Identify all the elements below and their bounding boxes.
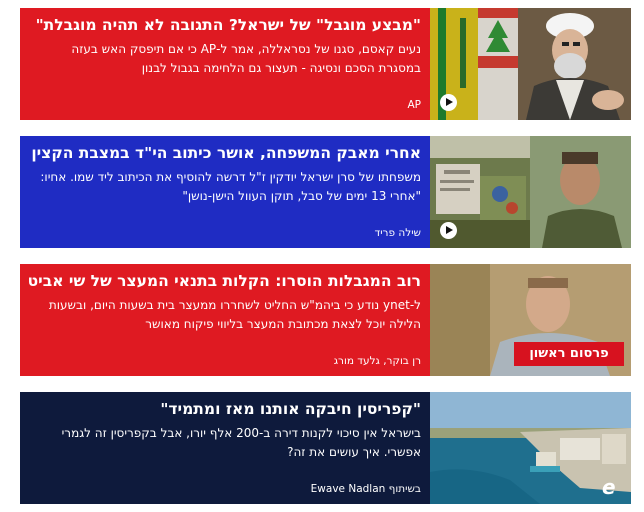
news-thumbnail[interactable]: פרסום ראשון	[430, 264, 631, 376]
news-credit: רן בוקר, גלעד מורג	[333, 355, 421, 367]
news-summary: בישראל אין סיכוי לקנות דירה ב-200 אלף יו…	[61, 426, 421, 459]
news-thumbnail[interactable]	[430, 136, 631, 248]
news-credit: שילה פריד	[374, 227, 421, 239]
news-summary: נעים קאסם, סגנו של נסראללה, אמר ל-AP כי …	[71, 42, 421, 75]
news-headline[interactable]: "מבצע מוגבל" של ישראל? התגובה לא תהיה מו…	[29, 15, 421, 35]
news-card[interactable]: רוב המגבלות הוסרו: הקלות בתנאי המעצר של …	[20, 264, 631, 376]
news-card-text-panel[interactable]: "קפריסין חיבקה אותנו מאז ומתמיד" בישראל …	[20, 392, 430, 504]
news-headline[interactable]: אחרי מאבק המשפחה, אושר כיתוב הי"ד במצבת …	[29, 143, 421, 163]
news-summary: משפחתו של סרן ישראל יודקין ז"ל דרשה להוס…	[40, 170, 421, 203]
play-icon[interactable]	[440, 222, 457, 239]
grave-and-soldier-image	[430, 136, 631, 248]
news-card[interactable]: "מבצע מוגבל" של ישראל? התגובה לא תהיה מו…	[20, 8, 631, 120]
news-headline[interactable]: רוב המגבלות הוסרו: הקלות בתנאי המעצר של …	[29, 271, 421, 291]
news-card-text-panel[interactable]: אחרי מאבק המשפחה, אושר כיתוב הי"ד במצבת …	[20, 136, 430, 248]
news-thumbnail[interactable]	[430, 8, 631, 120]
news-card[interactable]: אחרי מאבק המשפחה, אושר כיתוב הי"ד במצבת …	[20, 136, 631, 248]
news-thumbnail[interactable]: e	[430, 392, 631, 504]
news-credit: בשיתוף Ewave Nadlan	[310, 483, 421, 495]
play-icon[interactable]	[440, 94, 457, 111]
news-card-text-panel[interactable]: "מבצע מוגבל" של ישראל? התגובה לא תהיה מו…	[20, 8, 430, 120]
coastal-city-image	[430, 392, 631, 504]
ewave-logo-icon: e	[602, 475, 616, 499]
news-card-text-panel[interactable]: רוב המגבלות הוסרו: הקלות בתנאי המעצר של …	[20, 264, 430, 376]
news-credit: AP	[407, 99, 421, 111]
cleric-portrait-image	[430, 8, 631, 120]
first-publication-badge: פרסום ראשון	[514, 342, 624, 366]
news-headline[interactable]: "קפריסין חיבקה אותנו מאז ומתמיד"	[29, 399, 421, 419]
news-card[interactable]: "קפריסין חיבקה אותנו מאז ומתמיד" בישראל …	[20, 392, 631, 504]
news-summary: ל-ynet נודע כי ביהמ"ש החליט לשחררו ממעצר…	[48, 298, 421, 331]
